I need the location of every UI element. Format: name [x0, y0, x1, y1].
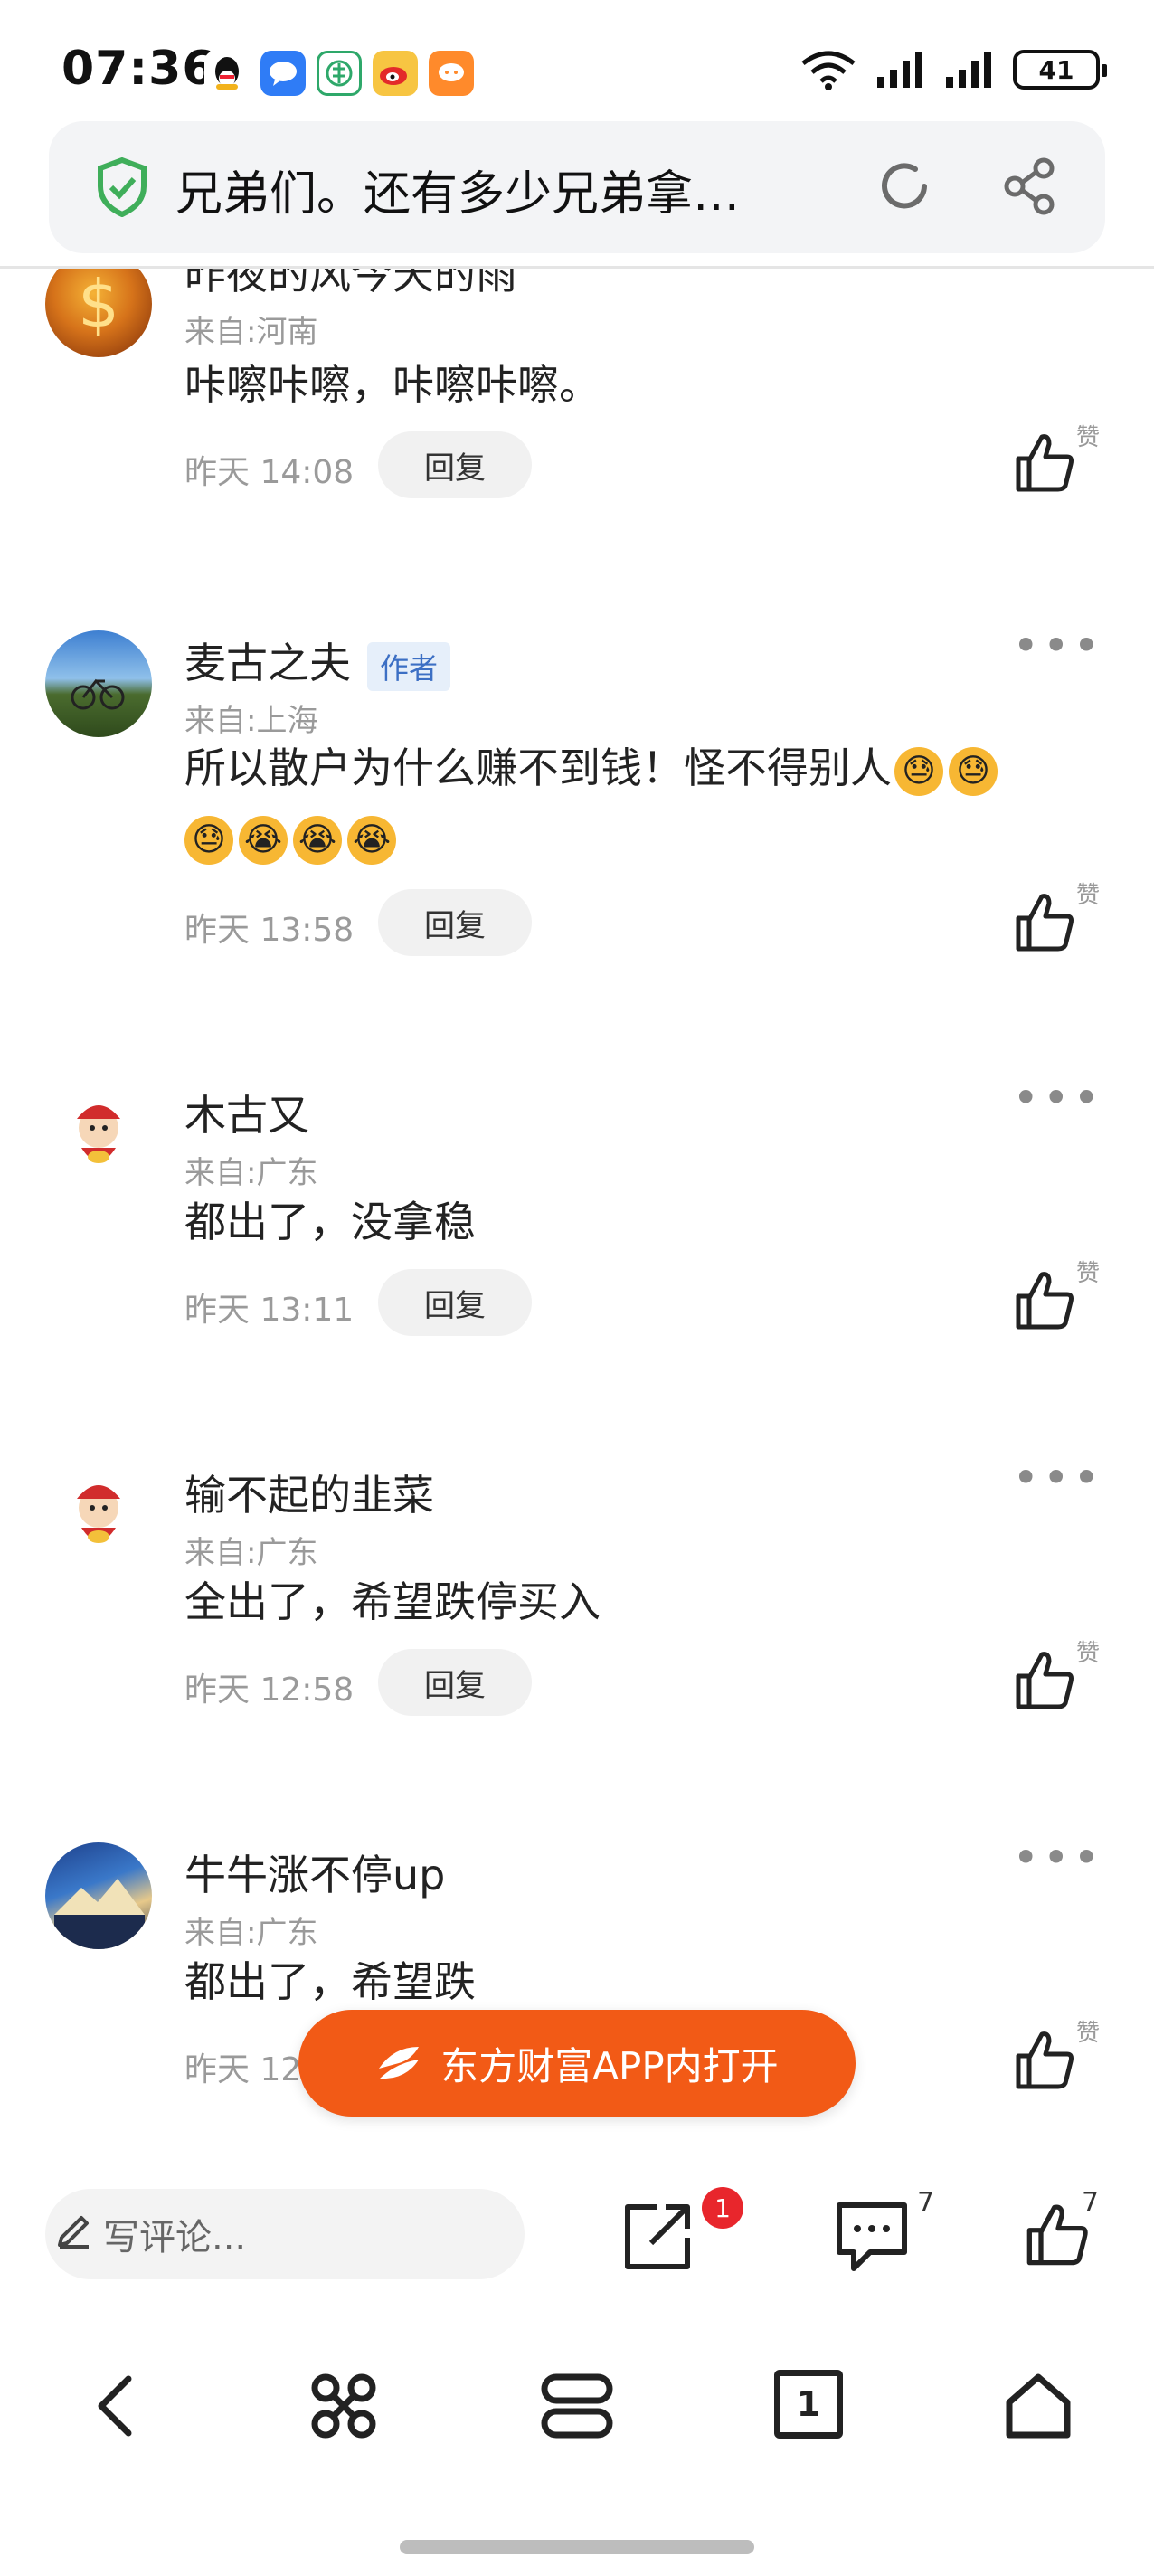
comment-time: 昨天 12:58 [184, 1672, 355, 1709]
avatar[interactable] [45, 630, 152, 737]
status-bar: 07:36 41 [0, 0, 1154, 127]
comment-location: 来自:河南 [184, 314, 318, 350]
avatar[interactable] [45, 1083, 152, 1189]
thumbs-up-icon[interactable] [1013, 430, 1078, 495]
sweat-smile-emoji-icon: 😓 [894, 746, 943, 796]
crying-emoji-icon: 😭 [347, 815, 396, 865]
more-options-icon[interactable]: ••• [1013, 1072, 1103, 1124]
like-label: 赞 [1076, 424, 1101, 451]
comment-list[interactable]: $ 昨夜的风今天的雨 ••• 来自:河南 咔嚓咔嚓，咔嚓咔嚓。 昨天 14:08… [0, 269, 1154, 2114]
avatar[interactable]: $ [45, 269, 152, 357]
reply-button[interactable]: 回复 [378, 1269, 532, 1336]
avatar[interactable] [45, 1842, 152, 1949]
comment-text: 所以散户为什么赚不到钱！怪不得别人 😓 😓 😓 😭 😭 😭 [184, 734, 1071, 871]
signal-icon-2 [946, 52, 991, 88]
weibo-icon [373, 51, 418, 96]
svg-text:$: $ [78, 269, 119, 342]
comment-time: 昨天 13:58 [184, 912, 355, 949]
comment-item: $ 昨夜的风今天的雨 ••• 来自:河南 咔嚓咔嚓，咔嚓咔嚓。 昨天 14:08… [0, 269, 1154, 594]
browser-nav-bar: 1 [0, 2325, 1154, 2487]
share-icon[interactable] [1002, 157, 1060, 215]
like-label: 赞 [1076, 2020, 1101, 2047]
signal-icon [877, 52, 922, 88]
comment-text: 全出了，希望跌停买入 [184, 1577, 601, 1626]
comment-username[interactable]: 输不起的韭菜 [184, 1463, 434, 1522]
like-label: 赞 [1076, 1640, 1101, 1667]
thumbs-up-icon[interactable] [1013, 2027, 1078, 2092]
crying-emoji-icon: 😭 [293, 815, 342, 865]
pencil-icon [58, 2216, 89, 2249]
share-out-icon[interactable] [620, 2200, 695, 2274]
reply-button[interactable]: 回复 [378, 1649, 532, 1716]
chat-app-icon [429, 51, 474, 96]
thumbs-up-icon[interactable] [1013, 889, 1078, 954]
comment-username[interactable]: 木古又 [184, 1083, 309, 1142]
page-title[interactable]: 兄弟们。还有多少兄弟拿… [175, 156, 863, 223]
bank-app-icon [317, 51, 362, 96]
crying-emoji-icon: 😭 [239, 815, 288, 865]
comment-username[interactable]: 麦古之夫 作者 [184, 630, 451, 691]
thumbs-up-icon[interactable] [1013, 1267, 1078, 1332]
reply-button[interactable]: 回复 [378, 889, 532, 956]
toolbar-options-icon[interactable] [539, 2370, 615, 2442]
open-in-app-button[interactable]: 东方财富APP内打开 [298, 2010, 856, 2117]
qq-icon [204, 51, 250, 96]
comment-username-text[interactable]: 麦古之夫 [184, 639, 351, 687]
status-time: 07:36 [61, 42, 216, 96]
home-indicator[interactable] [400, 2540, 754, 2554]
tab-count: 1 [796, 2384, 821, 2424]
more-options-icon[interactable]: ••• [1013, 269, 1103, 283]
comment-item: 木古又 ••• 来自:广东 都出了，没拿稳 昨天 13:11 回复 赞 [0, 1072, 1154, 1463]
back-icon[interactable] [85, 2370, 148, 2442]
comment-text: 咔嚓咔嚓，咔嚓咔嚓。 [184, 360, 601, 409]
like-label: 赞 [1076, 1260, 1101, 1287]
comment-text: 都出了，没拿稳 [184, 1198, 476, 1246]
eastmoney-logo-icon [379, 2047, 420, 2079]
comment-text: 都出了，希望跌 [184, 1957, 476, 2006]
comment-username[interactable]: 昨夜的风今天的雨 [184, 269, 517, 301]
home-icon[interactable] [1002, 2370, 1074, 2442]
sweat-smile-emoji-icon: 😓 [184, 815, 233, 865]
comment-bubble-icon[interactable] [834, 2200, 910, 2274]
thumbs-up-icon[interactable] [1013, 1647, 1078, 1712]
open-in-app-label[interactable]: 东方财富APP内打开 [440, 2036, 778, 2091]
comment-item: 输不起的韭菜 ••• 来自:广东 全出了，希望跌停买入 昨天 12:58 回复 … [0, 1452, 1154, 1842]
comment-item: 麦古之夫 作者 ••• 来自:上海 所以散户为什么赚不到钱！怪不得别人 😓 😓 😓 😭 😭… [0, 620, 1154, 1010]
comment-action-bar: 写评论... 1 7 7 [0, 2153, 1154, 2316]
like-count: 7 [1082, 2187, 1100, 2219]
comment-time: 昨天 14:08 [184, 454, 355, 491]
tabs-button[interactable]: 1 [774, 2370, 843, 2439]
address-bar[interactable]: 兄弟们。还有多少兄弟拿… [49, 121, 1105, 253]
comment-text-body: 所以散户为什么赚不到钱！怪不得别人 [184, 743, 892, 792]
more-options-icon[interactable]: ••• [1013, 1452, 1103, 1504]
battery-indicator: 41 [1013, 50, 1107, 90]
comment-location: 来自:广东 [184, 1155, 318, 1191]
reload-icon[interactable] [875, 157, 933, 215]
sweat-smile-emoji-icon: 😓 [949, 746, 998, 796]
comment-username[interactable]: 牛牛涨不停up [184, 1842, 445, 1902]
more-options-icon[interactable]: ••• [1013, 1832, 1103, 1884]
more-options-icon[interactable]: ••• [1013, 620, 1103, 672]
status-right: 41 [799, 49, 1107, 90]
menu-grid-icon[interactable] [307, 2370, 380, 2442]
message-app-icon [260, 51, 306, 96]
write-comment-input[interactable]: 写评论... [45, 2189, 525, 2279]
comment-time: 昨天 13:11 [184, 1292, 355, 1329]
share-badge: 1 [702, 2187, 743, 2229]
secure-shield-icon [98, 157, 147, 217]
comment-count: 7 [917, 2187, 935, 2219]
like-label: 赞 [1076, 882, 1101, 909]
avatar[interactable] [45, 1463, 152, 1569]
wifi-icon [801, 51, 856, 90]
author-tag: 作者 [367, 641, 451, 691]
comment-location: 来自:广东 [184, 1915, 318, 1951]
status-app-icons [204, 51, 474, 96]
comment-location: 来自:广东 [184, 1535, 318, 1571]
reply-button[interactable]: 回复 [378, 431, 532, 498]
